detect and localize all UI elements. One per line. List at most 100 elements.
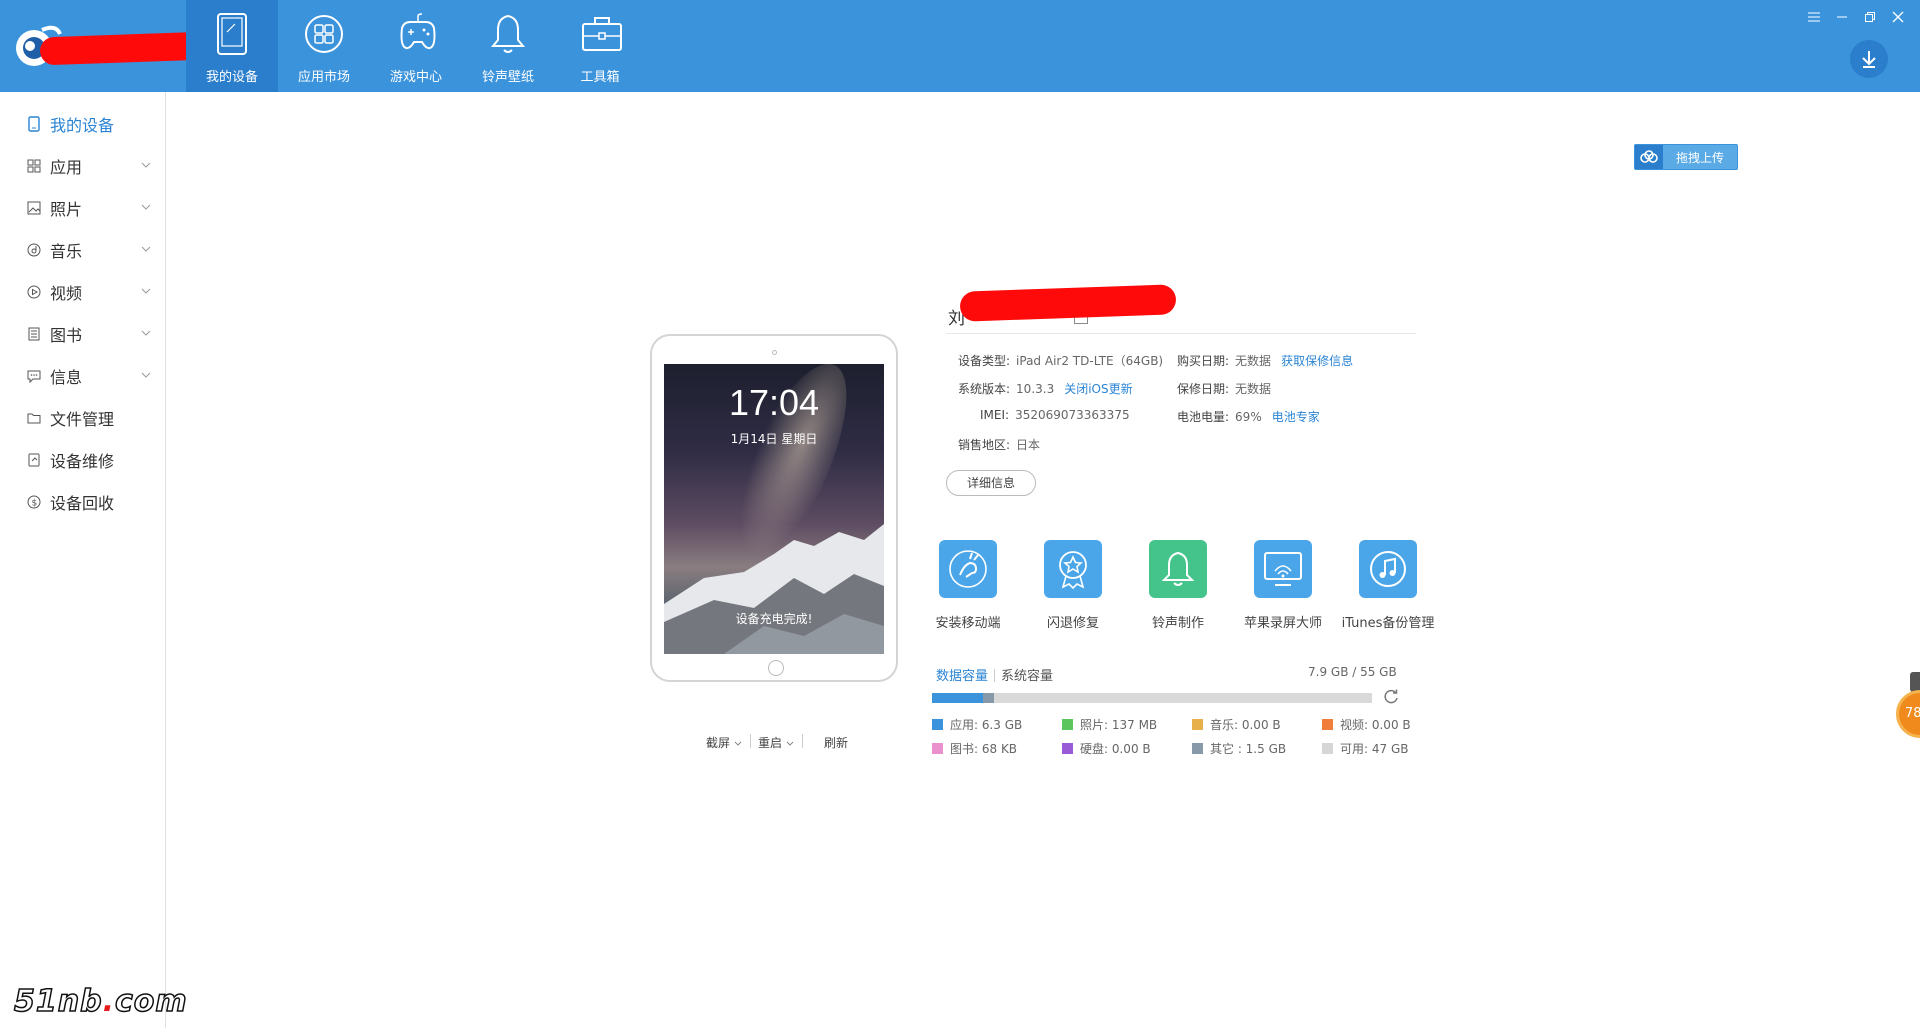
tool-screen-record[interactable]: 苹果录屏大师 (1228, 540, 1338, 631)
sidebar-item-label: 音乐 (50, 242, 83, 261)
tab-label: 铃声壁纸 (481, 70, 534, 85)
info-value: 无数据 (1235, 354, 1272, 368)
info-key: 电池电量: (1177, 410, 1230, 424)
sidebar-item-device-repair[interactable]: 设备维修 (0, 440, 165, 480)
disable-ios-update-link[interactable]: 关闭iOS更新 (1064, 382, 1132, 396)
info-value: 10.3.3 (1016, 382, 1055, 396)
legend-label: 视频: 0.00 B (1340, 718, 1411, 732)
info-value: 日本 (1016, 438, 1041, 452)
battery-expert-link[interactable]: 电池专家 (1272, 410, 1320, 424)
device-name-row: 刘 (946, 284, 1416, 334)
info-value: 352069073363375 (1015, 408, 1130, 422)
watermark-dot: . (102, 984, 115, 1019)
restore-icon[interactable] (1858, 6, 1882, 28)
chevron-down-icon (141, 162, 151, 168)
sidebar-item-file-manager[interactable]: 文件管理 (0, 398, 165, 438)
tab-toolbox[interactable]: 工具箱 (554, 0, 646, 92)
legend-swatch (1322, 719, 1333, 730)
download-button[interactable] (1850, 40, 1888, 78)
sidebar-item-label: 信息 (50, 368, 83, 387)
info-warranty-date: 保修日期: 无数据 (1177, 380, 1271, 397)
sidebar-item-video[interactable]: 视频 (0, 272, 165, 312)
sidebar-item-label: 照片 (50, 200, 83, 219)
get-warranty-link[interactable]: 获取保修信息 (1281, 354, 1353, 368)
info-key: 保修日期: (1177, 382, 1230, 396)
refresh-button[interactable]: 刷新 (824, 734, 848, 751)
bell-icon (490, 14, 526, 53)
sidebar-item-music[interactable]: 音乐 (0, 230, 165, 270)
lockscreen-status: 设备充电完成! (735, 612, 813, 626)
legend-label: 音乐: 0.00 B (1210, 718, 1281, 732)
refresh-icon[interactable] (1382, 688, 1400, 706)
sidebar-item-books[interactable]: 图书 (0, 314, 165, 354)
info-key: 销售地区: (958, 438, 1011, 452)
sidebar-item-my-device[interactable]: 我的设备 (0, 104, 165, 144)
tab-ringtone-wallpaper[interactable]: 铃声壁纸 (462, 0, 554, 92)
restart-button[interactable]: 重启 (758, 734, 794, 751)
sidebar-item-label: 视频 (50, 284, 83, 303)
info-system-version: 系统版本: 10.3.3 关闭iOS更新 (958, 380, 1133, 397)
svg-text:$: $ (32, 499, 38, 509)
tab-app-market[interactable]: 应用市场 (278, 0, 370, 92)
tab-label: 游戏中心 (389, 70, 442, 85)
chevron-down-icon (141, 330, 151, 336)
toolbox-icon (582, 17, 622, 51)
sidebar-item-messages[interactable]: 信息 (0, 356, 165, 396)
cloud-icon (1635, 145, 1663, 169)
info-key: 系统版本: (958, 382, 1011, 396)
upload-label: 拖拽上传 (1675, 150, 1724, 165)
repair-icon (26, 452, 42, 468)
storage-total: 7.9 GB / 55 GB (1308, 665, 1397, 679)
menu-icon[interactable] (1802, 6, 1826, 28)
floating-badge[interactable]: 78 (1896, 690, 1920, 738)
watermark-text: 51nb (13, 983, 103, 1020)
tool-itunes-backup[interactable]: iTunes备份管理 (1333, 540, 1443, 631)
grid-icon (26, 158, 42, 174)
legend-swatch (1062, 719, 1073, 730)
tool-ringtone-maker[interactable]: 铃声制作 (1123, 540, 1233, 631)
window-controls (1802, 6, 1910, 28)
legend-swatch (1192, 743, 1203, 754)
divider (802, 734, 803, 748)
legend-free: 可用: 47 GB (1322, 740, 1408, 757)
legend-books: 图书: 68 KB (932, 740, 1017, 757)
tab-label: 工具箱 (580, 70, 620, 85)
divider (994, 669, 996, 682)
info-sales-region: 销售地区: 日本 (958, 436, 1040, 453)
itunes-backup-icon (1359, 540, 1417, 598)
chevron-down-icon (786, 741, 794, 746)
drag-upload-button[interactable]: 拖拽上传 (1634, 144, 1738, 170)
sidebar-item-label: 设备回收 (50, 494, 115, 513)
tab-system-capacity[interactable]: 系统容量 (1001, 669, 1053, 684)
sidebar-item-label: 设备维修 (50, 452, 115, 471)
download-icon (1862, 51, 1876, 68)
chevron-down-icon (141, 204, 151, 210)
tab-game-center[interactable]: 游戏中心 (370, 0, 462, 92)
sidebar-item-device-recycle[interactable]: $ 设备回收 (0, 482, 165, 522)
legend-swatch (932, 719, 943, 730)
minimize-icon[interactable] (1830, 6, 1854, 28)
tool-crash-fix[interactable]: 闪退修复 (1018, 540, 1128, 631)
tab-my-device[interactable]: 我的设备 (186, 0, 278, 92)
floating-tab[interactable] (1910, 672, 1920, 692)
tool-install-mobile[interactable]: 安装移动端 (913, 540, 1023, 631)
info-purchase-date: 购买日期: 无数据 获取保修信息 (1177, 352, 1353, 369)
folder-icon (26, 410, 42, 426)
close-icon[interactable] (1886, 6, 1910, 28)
chevron-down-icon (141, 372, 151, 378)
screenshot-button[interactable]: 截屏 (706, 734, 742, 751)
gamepad-icon (400, 13, 436, 50)
watermark: 51nb.com (13, 983, 188, 1020)
sidebar-item-apps[interactable]: 应用 (0, 146, 165, 186)
lockscreen-date: 1月14日 星期日 (730, 432, 818, 446)
sidebar-item-label: 图书 (50, 326, 83, 345)
sidebar-item-photos[interactable]: 照片 (0, 188, 165, 228)
tab-data-capacity[interactable]: 数据容量 (936, 669, 988, 684)
redaction-mark (959, 284, 1177, 322)
sidebar-item-label: 应用 (50, 158, 83, 177)
info-key: IMEI: (980, 408, 1010, 422)
legend-label: 应用: 6.3 GB (950, 718, 1023, 732)
detail-info-button[interactable]: 详细信息 (946, 470, 1036, 496)
camera-dot (772, 350, 777, 355)
ringtone-icon (1149, 540, 1207, 598)
